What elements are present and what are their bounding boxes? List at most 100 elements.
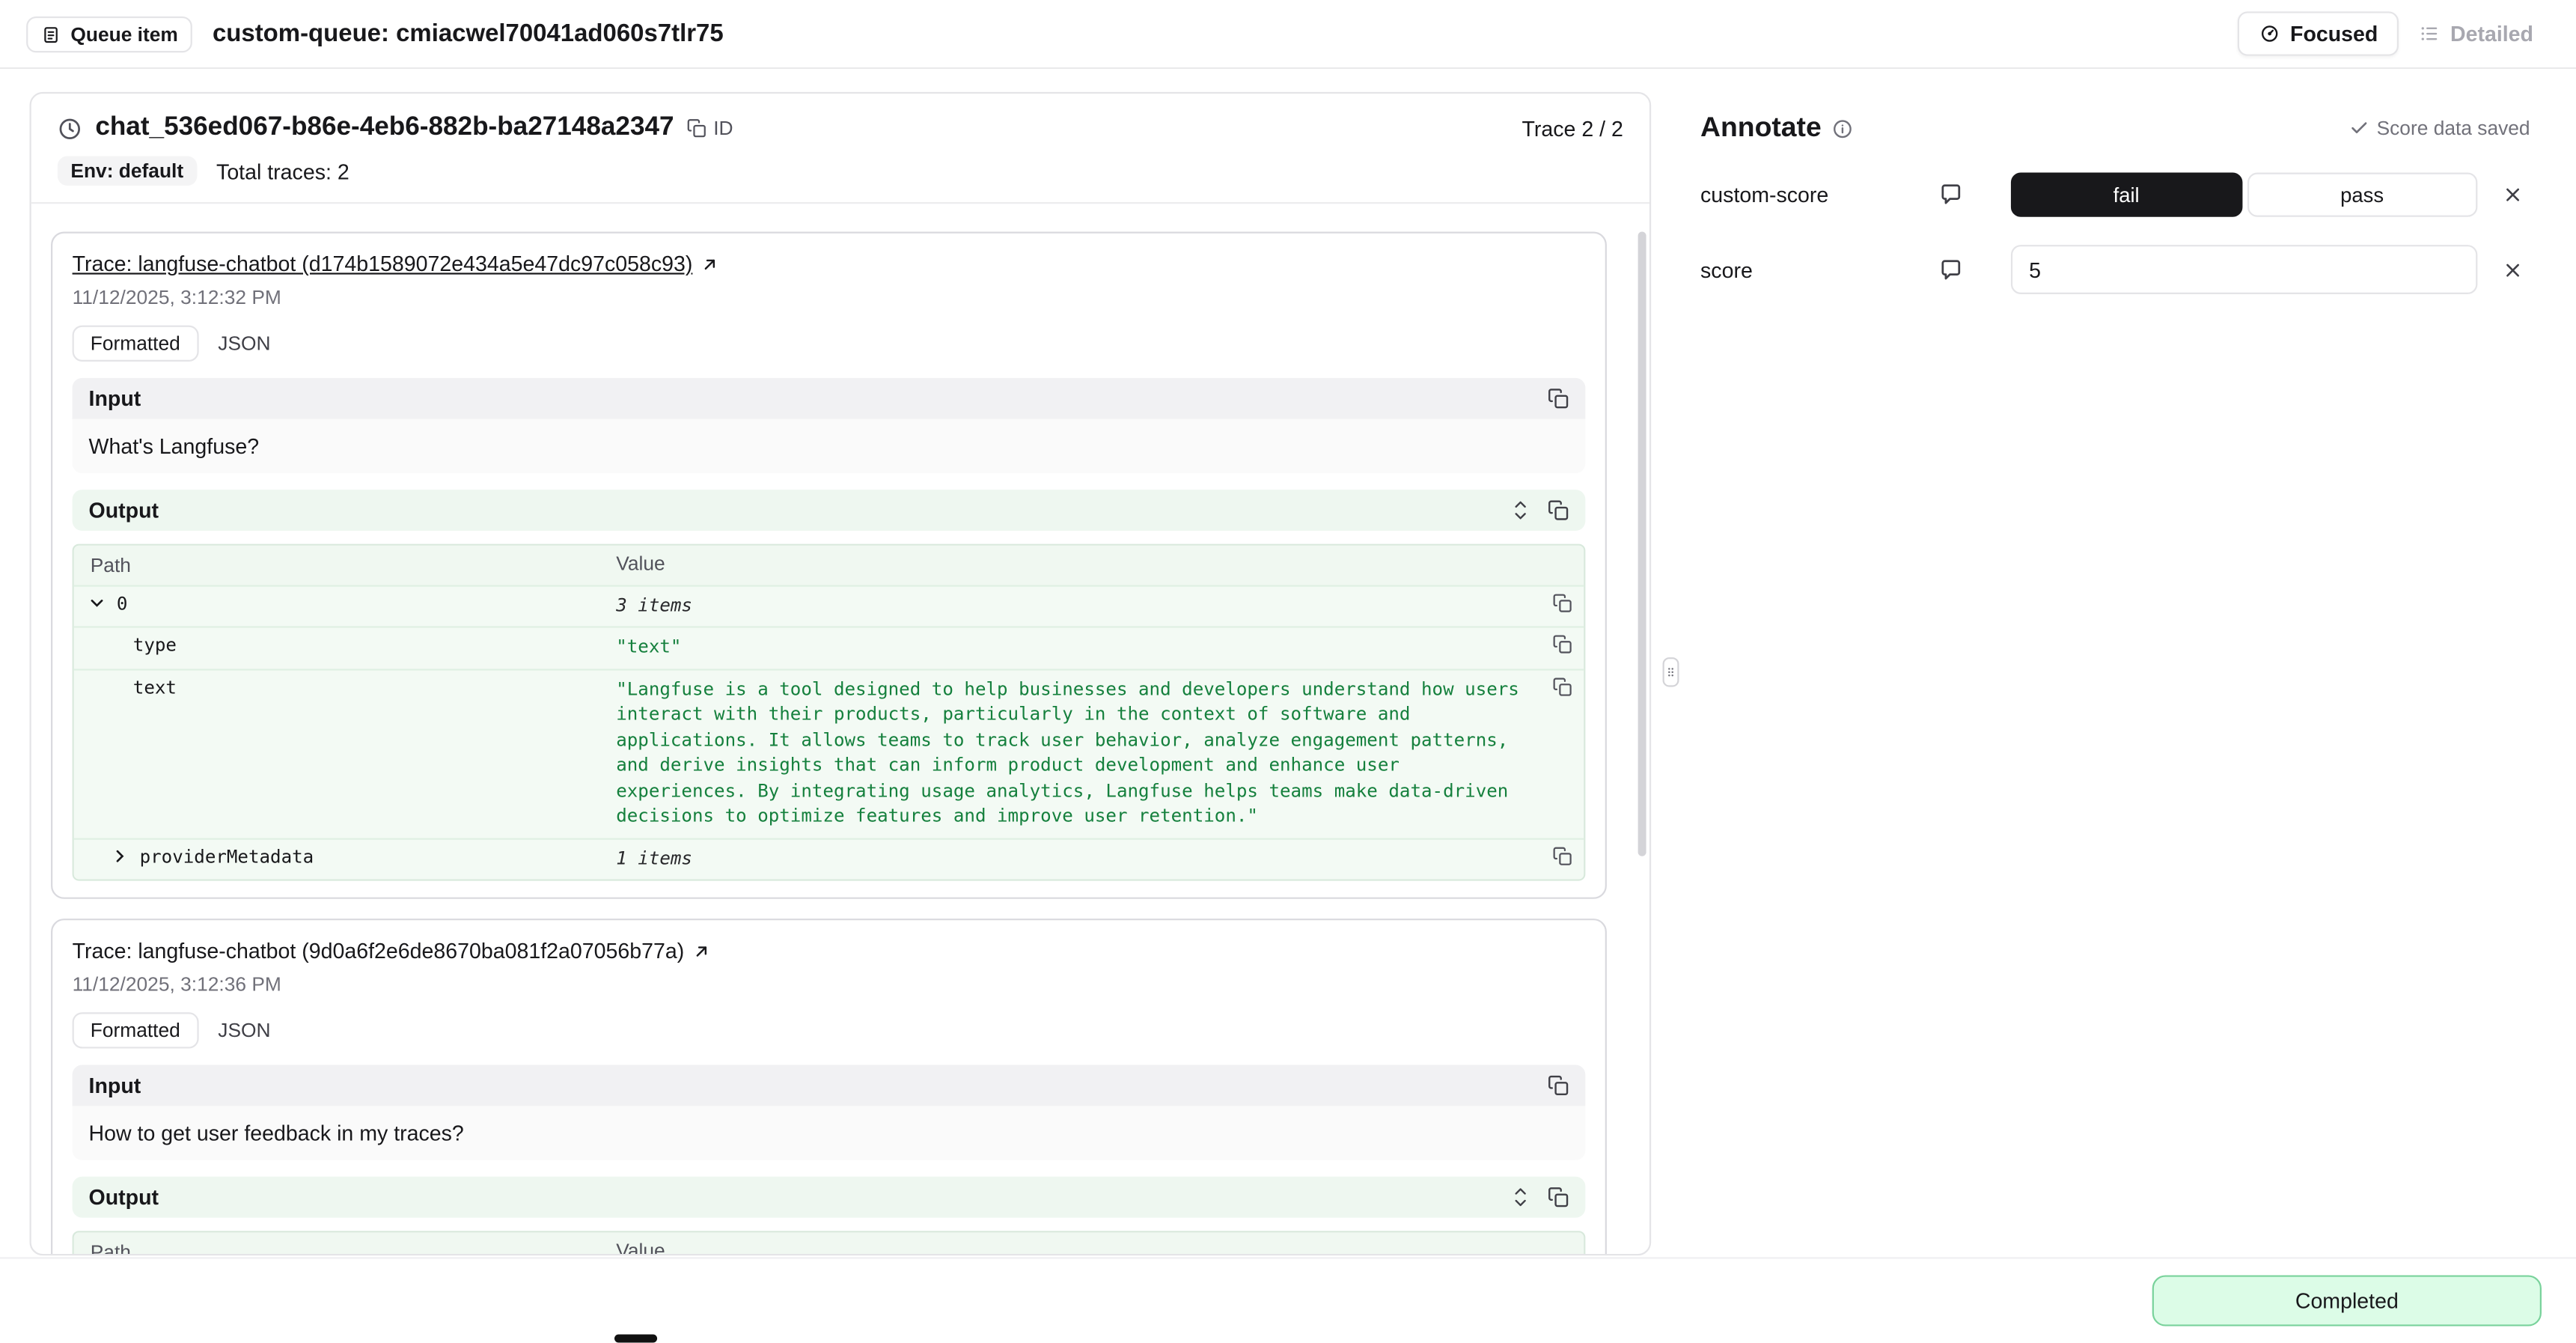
input-section: Input How to get user feedback in my tra… — [73, 1065, 1586, 1160]
score-name-label: custom-score — [1700, 183, 1938, 207]
completed-button[interactable]: Completed — [2152, 1275, 2542, 1326]
main-area: chat_536ed067-b86e-4eb6-882b-ba27148a234… — [0, 69, 2576, 1257]
copy-icon — [1548, 1187, 1569, 1208]
tab-formatted[interactable]: Formatted — [73, 326, 198, 362]
output-section: Output Path Value — [73, 490, 1586, 880]
json-key: type — [133, 634, 177, 656]
json-value: "Langfuse is a tool designed to help bus… — [616, 676, 1538, 829]
tab-json[interactable]: JSON — [205, 327, 284, 360]
copy-row-button[interactable] — [1552, 676, 1572, 695]
score-input[interactable] — [2011, 245, 2477, 294]
json-key: providerMetadata — [140, 845, 314, 867]
horizontal-scrollbar-thumb[interactable] — [614, 1335, 657, 1343]
trace-link-label: Trace: langfuse-chatbot (d174b1589072e43… — [73, 252, 693, 276]
score-saved-status: Score data saved — [2348, 117, 2530, 140]
output-label: Output — [89, 1185, 159, 1210]
focused-view-button[interactable]: Focused — [2238, 11, 2399, 55]
expand-output-button[interactable] — [1510, 1187, 1531, 1208]
grip-icon — [1664, 663, 1678, 682]
comment-button[interactable] — [1938, 183, 1971, 207]
output-section: Output Path Value — [73, 1177, 1586, 1254]
comment-icon — [1938, 183, 1963, 207]
input-value: What's Langfuse? — [73, 419, 1586, 473]
annotate-panel: Annotate Score data saved custom-score f… — [1679, 92, 2549, 1255]
detailed-label: Detailed — [2450, 22, 2533, 46]
view-toggle: Focused Detailed — [2238, 11, 2550, 55]
page-title: custom-queue: cmiacwel70041ad060s7tlr75 — [213, 19, 724, 47]
expand-icon — [1510, 1187, 1531, 1208]
trace-link[interactable]: Trace: langfuse-chatbot (d174b1589072e43… — [73, 252, 719, 276]
trace-timestamp: 11/12/2025, 3:12:32 PM — [73, 286, 1586, 309]
top-header: Queue item custom-queue: cmiacwel70041ad… — [0, 0, 2576, 69]
input-value: How to get user feedback in my traces? — [73, 1106, 1586, 1160]
table-row: type "text" — [74, 626, 1584, 668]
score-option-fail[interactable]: fail — [2011, 172, 2241, 216]
info-icon — [1831, 118, 1853, 139]
value-column-header: Value — [616, 552, 1538, 578]
queue-item-badge: Queue item — [26, 16, 193, 52]
expand-output-button[interactable] — [1510, 499, 1531, 521]
chevron-right-icon[interactable] — [110, 847, 129, 866]
output-json-table: Path Value 0 3 items — [73, 1231, 1586, 1254]
close-icon — [2501, 259, 2523, 281]
trace-link[interactable]: Trace: langfuse-chatbot (9d0a6f2e6de8670… — [73, 938, 711, 963]
copy-icon — [1548, 499, 1569, 521]
chevron-down-icon[interactable] — [87, 593, 106, 612]
id-label: ID — [713, 117, 733, 140]
trace-card: Trace: langfuse-chatbot (d174b1589072e43… — [51, 232, 1607, 899]
check-icon — [2348, 118, 2368, 138]
queue-item-card: chat_536ed067-b86e-4eb6-882b-ba27148a234… — [30, 92, 1652, 1255]
copy-output-button[interactable] — [1548, 1187, 1569, 1208]
score-saved-label: Score data saved — [2377, 117, 2530, 140]
tab-json[interactable]: JSON — [205, 1014, 284, 1047]
copy-icon — [1548, 388, 1569, 409]
vertical-scrollbar-thumb[interactable] — [1638, 232, 1646, 856]
pane-resize-handle[interactable] — [1663, 657, 1679, 687]
close-icon — [2501, 184, 2523, 206]
delete-score-button[interactable] — [2494, 184, 2530, 206]
format-tabs: Formatted JSON — [73, 326, 1586, 362]
input-section: Input What's Langfuse? — [73, 378, 1586, 473]
table-header-row: Path Value — [74, 1232, 1584, 1254]
delete-score-button[interactable] — [2494, 259, 2530, 281]
copy-output-button[interactable] — [1548, 499, 1569, 521]
copy-icon — [1552, 676, 1572, 695]
item-header: chat_536ed067-b86e-4eb6-882b-ba27148a234… — [31, 94, 1649, 204]
copy-icon — [1552, 845, 1572, 865]
path-column-header: Path — [74, 552, 616, 578]
copy-row-button[interactable] — [1552, 634, 1572, 654]
copy-icon — [687, 118, 706, 138]
output-label: Output — [89, 498, 159, 523]
comment-button[interactable] — [1938, 258, 1971, 282]
score-option-pass[interactable]: pass — [2247, 172, 2477, 216]
tab-formatted[interactable]: Formatted — [73, 1012, 198, 1048]
queue-item-label: Queue item — [70, 22, 177, 46]
detailed-view-button[interactable]: Detailed — [2402, 13, 2550, 55]
app-root: Queue item custom-queue: cmiacwel70041ad… — [0, 0, 2576, 1342]
copy-icon — [1548, 1075, 1569, 1097]
external-link-icon — [699, 254, 718, 273]
item-title: chat_536ed067-b86e-4eb6-882b-ba27148a234… — [95, 113, 674, 143]
table-header-row: Path Value — [74, 546, 1584, 585]
trace-counter: Trace 2 / 2 — [1522, 116, 1623, 141]
copy-row-button[interactable] — [1552, 592, 1572, 612]
json-key: 0 — [117, 592, 128, 614]
queue-icon — [41, 24, 61, 43]
comment-icon — [1938, 258, 1963, 282]
categorical-score-options: fail pass — [2011, 172, 2477, 216]
score-row: score — [1700, 245, 2530, 294]
table-row: text "Langfuse is a tool designed to hel… — [74, 668, 1584, 837]
trace-timestamp: 11/12/2025, 3:12:36 PM — [73, 973, 1586, 996]
copy-input-button[interactable] — [1548, 1075, 1569, 1097]
copy-icon — [1552, 634, 1572, 654]
copy-input-button[interactable] — [1548, 388, 1569, 409]
output-json-table: Path Value 0 3 items — [73, 544, 1586, 881]
total-traces-label: Total traces: 2 — [216, 159, 350, 183]
format-tabs: Formatted JSON — [73, 1012, 1586, 1048]
copy-row-button[interactable] — [1552, 845, 1572, 865]
external-link-icon — [691, 941, 710, 960]
trace-link-label: Trace: langfuse-chatbot (9d0a6f2e6de8670… — [73, 938, 685, 963]
score-name-label: score — [1700, 258, 1938, 282]
copy-id-button[interactable]: ID — [687, 117, 733, 140]
input-label: Input — [89, 1073, 141, 1097]
